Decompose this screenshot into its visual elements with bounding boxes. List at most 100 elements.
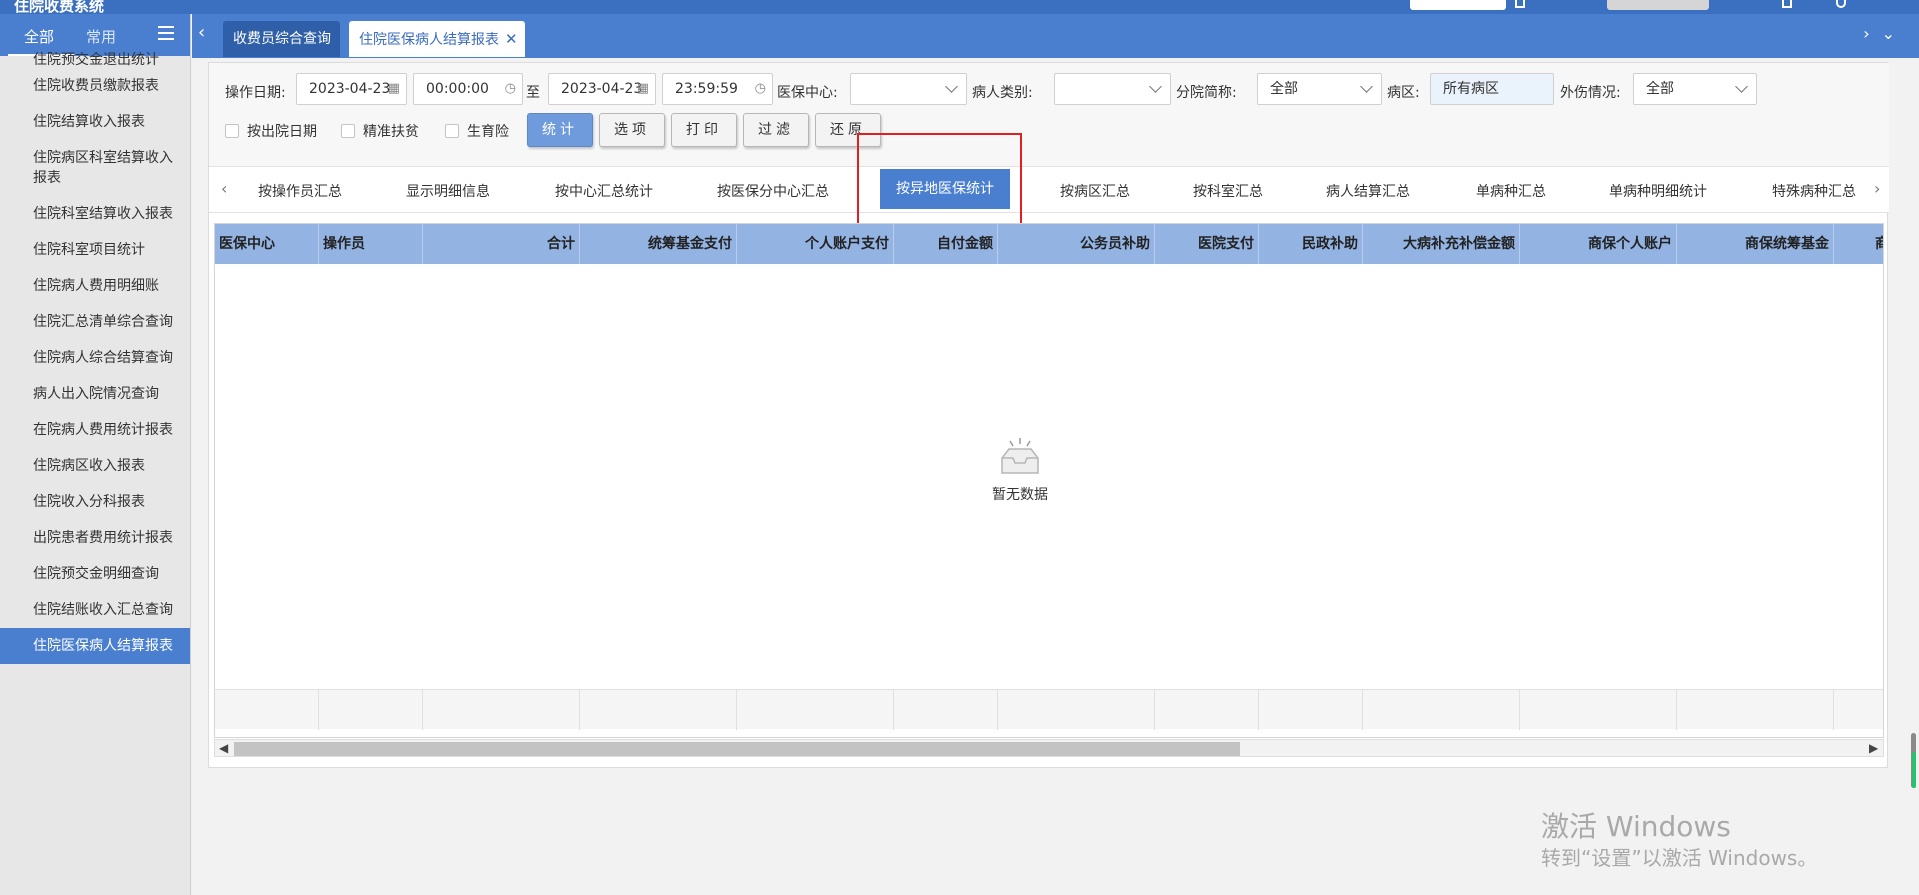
header-help-icon[interactable] [1836,0,1846,8]
column-header[interactable]: 公务员补助 [998,224,1155,264]
subtab[interactable]: 显示明细信息 [406,181,490,201]
tab-insurance-settlement-report[interactable]: 住院医保病人结算报表 ✕ [349,21,525,57]
subtab[interactable]: 按医保分中心汇总 [717,181,829,201]
tab-cashier-query[interactable]: 收费员综合查询 [223,21,340,57]
subtab[interactable]: 按科室汇总 [1193,181,1263,201]
sidebar-item[interactable]: 住院结账收入汇总查询 [0,592,190,628]
injury-select[interactable]: 全部 [1633,73,1757,105]
watermark-line2: 转到“设置”以激活 Windows。 [1541,846,1818,870]
sidebar-item[interactable]: 住院预交金退出统计 [0,50,190,68]
sidebar-item[interactable]: 住院收费员缴款报表 [0,68,190,104]
sidebar-item[interactable]: 住院病区收入报表 [0,448,190,484]
header-minimize-icon[interactable] [1782,0,1792,8]
sidebar-item[interactable]: 病人出入院情况查询 [0,376,190,412]
center-select[interactable] [850,73,967,105]
column-header[interactable]: 商保统筹基金 [1677,224,1834,264]
subtab[interactable]: 特殊病种汇总 [1772,181,1856,201]
subtab[interactable]: 按中心汇总统计 [555,181,653,201]
options-button[interactable]: 选项 [599,113,665,147]
sidebar-menu: 住院预交金退出统计 住院收费员缴款报表 住院结算收入报表 住院病区科室结算收入报… [0,50,190,664]
branch-label: 分院简称: [1176,85,1237,101]
column-header[interactable]: 医保中心 [215,224,319,264]
menu-toggle-icon[interactable] [158,24,176,42]
footer-cell [1677,690,1834,730]
sidebar-item[interactable]: 住院病人费用明细账 [0,268,190,304]
checkbox-poverty[interactable]: 精准扶贫 [341,123,419,141]
checkbox-box[interactable] [341,124,355,138]
subtab[interactable]: 单病种明细统计 [1609,181,1707,201]
chevron-down-icon [1735,80,1748,93]
column-header[interactable]: 民政补助 [1259,224,1363,264]
footer-cell [1155,690,1259,730]
column-header[interactable]: 大病补充补偿金额 [1363,224,1520,264]
watermark-line1: 激活 Windows [1541,810,1731,843]
sidebar-item[interactable]: 住院科室结算收入报表 [0,196,190,232]
sidebar-item[interactable]: 住院科室项目统计 [0,232,190,268]
column-header[interactable]: 合计 [423,224,580,264]
time-to-input[interactable]: 23:59:59 ◷ [662,73,773,105]
footer-cell [894,690,998,730]
subtab-scroll-left-icon[interactable]: ‹ [221,179,227,198]
subtab[interactable]: 按病区汇总 [1060,181,1130,201]
checkbox-discharge-date[interactable]: 按出院日期 [225,123,317,141]
sidebar-item[interactable]: 住院病人综合结算查询 [0,340,190,376]
date-from-input[interactable]: 2023-04-23 ▦ [296,73,407,105]
footer-cell [423,690,580,730]
patient-type-select[interactable] [1054,73,1171,105]
checkbox-maternity[interactable]: 生育险 [445,123,509,141]
sidebar-item[interactable]: 住院汇总清单综合查询 [0,304,190,340]
horizontal-scrollbar[interactable]: ◀ ▶ [214,739,1884,757]
footer-cell [215,690,319,730]
tab-scroll-right-icon[interactable]: ›⌄ [1863,24,1907,43]
column-header[interactable]: 医院支付 [1155,224,1259,264]
highlight-box [857,133,1022,230]
print-button[interactable]: 打印 [671,113,737,147]
column-header[interactable]: 商保个人账户 [1520,224,1677,264]
column-header[interactable]: 操作员 [319,224,423,264]
calendar-icon: ▦ [387,81,400,96]
scroll-thumb[interactable] [234,742,1240,756]
footer-cell [580,690,737,730]
column-header[interactable]: 自付金额 [894,224,998,264]
top-header: 住院收费系统 [0,0,1919,15]
stat-button[interactable]: 统计 [527,113,593,147]
clock-icon: ◷ [504,81,516,96]
subtab[interactable]: 病人结算汇总 [1326,181,1410,201]
scroll-left-icon[interactable]: ◀ [219,740,228,756]
column-header[interactable]: 统筹基金支付 [580,224,737,264]
footer-cell [319,690,423,730]
date-to-input[interactable]: 2023-04-23 ▦ [548,73,656,105]
column-header[interactable]: 个人账户支付 [737,224,894,264]
filter-button[interactable]: 过滤 [743,113,809,147]
sidebar-item[interactable]: 住院结算收入报表 [0,104,190,140]
checkbox-box[interactable] [445,124,459,138]
column-header[interactable]: 商 [1834,224,1883,264]
sidebar-item-active[interactable]: 住院医保病人结算报表 [0,628,190,664]
report-subtabs: ‹ 按操作员汇总 显示明细信息 按中心汇总统计 按医保分中心汇总 按异地医保统计… [209,167,1889,213]
branch-select[interactable]: 全部 [1257,73,1382,105]
subtab-scroll-right-icon[interactable]: › [1874,179,1880,198]
chevron-down-icon [1149,80,1162,93]
sidebar-item[interactable]: 住院病区科室结算收入报表 [0,140,190,196]
subtab[interactable]: 单病种汇总 [1476,181,1546,201]
footer-cell [1520,690,1677,730]
footer-cell [737,690,894,730]
tab-scroll-left-icon[interactable]: ‹ [198,22,205,43]
close-icon[interactable]: ✕ [505,30,518,48]
checkbox-box[interactable] [225,124,239,138]
sidebar-item[interactable]: 在院病人费用统计报表 [0,412,190,448]
time-from-input[interactable]: 00:00:00 ◷ [413,73,523,105]
header-icon[interactable] [1515,0,1525,8]
sidebar-item[interactable]: 住院预交金明细查询 [0,556,190,592]
header-user-box[interactable] [1607,0,1709,10]
subtab[interactable]: 按操作员汇总 [258,181,342,201]
sidebar-tab-common[interactable]: 常用 [86,26,116,47]
header-search-box[interactable] [1410,0,1506,10]
sidebar-item[interactable]: 出院患者费用统计报表 [0,520,190,556]
sidebar-item[interactable]: 住院收入分科报表 [0,484,190,520]
sidebar-tab-all[interactable]: 全部 [24,26,54,47]
scroll-right-icon[interactable]: ▶ [1869,740,1878,756]
page-tab-bar: ‹ 收费员综合查询 住院医保病人结算报表 ✕ ›⌄ [192,14,1919,58]
ward-input[interactable]: 所有病区 [1430,73,1554,105]
clock-icon: ◷ [754,81,766,96]
